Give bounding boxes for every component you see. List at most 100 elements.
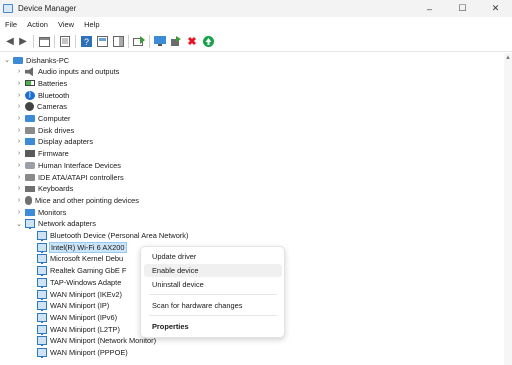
network-adapter-item[interactable]: Bluetooth Device (Personal Area Network) — [35, 230, 188, 242]
tree-category-label: Keyboards — [38, 184, 74, 194]
network-adapter-item[interactable]: WAN Miniport (IPv6) — [35, 311, 117, 323]
battery-icon — [25, 80, 35, 87]
camera-icon — [25, 102, 34, 112]
computer-icon — [25, 115, 35, 122]
network-adapter-label: WAN Miniport (L2TP) — [50, 324, 120, 334]
network-adapter-icon — [37, 266, 47, 277]
chevron-right-icon[interactable]: › — [15, 92, 23, 99]
network-adapter-icon — [25, 219, 35, 230]
chevron-right-icon[interactable]: › — [15, 209, 23, 216]
tree-root-computer[interactable]: ⌄ Dishanks-PC — [3, 54, 69, 66]
network-adapter-label: WAN Miniport (Network Monitor) — [50, 336, 157, 346]
chevron-right-icon[interactable]: › — [15, 162, 23, 169]
tree-category-label: Firmware — [38, 149, 69, 159]
disk-drive-icon — [25, 126, 35, 134]
network-adapter-label: TAP-Windows Adapte — [50, 277, 122, 287]
toolbar-separator — [149, 35, 150, 48]
chevron-right-icon[interactable]: › — [15, 174, 23, 181]
hid-icon — [25, 161, 35, 169]
vertical-scrollbar[interactable]: ▲ — [504, 53, 512, 365]
monitor-icon — [25, 208, 35, 216]
network-adapter-label: Bluetooth Device (Personal Area Network) — [50, 231, 189, 240]
network-adapter-item[interactable]: WAN Miniport (IKEv2) — [35, 288, 122, 300]
action-pane-icon[interactable] — [112, 36, 124, 48]
view-icon[interactable] — [96, 36, 108, 48]
help-icon[interactable]: ? — [80, 36, 92, 48]
properties-menu-item[interactable]: Properties — [144, 320, 282, 333]
tree-category-label: Audio inputs and outputs — [38, 67, 120, 77]
menu-separator — [149, 294, 277, 295]
menu-bar: File Action View Help — [0, 17, 512, 32]
tree-category[interactable]: › ᛒ Bluetooth — [15, 89, 69, 101]
network-adapter-item[interactable]: Intel(R) Wi-Fi 6 AX200 — [35, 241, 127, 253]
device-manager-app-icon — [3, 4, 13, 13]
close-button[interactable]: ✕ — [479, 0, 512, 17]
tree-category[interactable]: › Audio inputs and outputs — [15, 66, 119, 78]
tree-category[interactable]: › IDE ATA/ATAPI controllers — [15, 171, 124, 183]
show-hide-console-tree-icon[interactable] — [38, 36, 50, 48]
tree-category-label: Display adapters — [38, 137, 94, 147]
network-adapter-icon — [37, 348, 47, 358]
chevron-right-icon[interactable]: › — [15, 185, 23, 192]
tree-category-label: IDE ATA/ATAPI controllers — [38, 172, 124, 182]
chevron-right-icon[interactable]: › — [15, 68, 23, 75]
chevron-right-icon[interactable]: › — [15, 150, 23, 157]
tree-category[interactable]: › Disk drives — [15, 124, 74, 136]
chevron-right-icon[interactable]: › — [15, 103, 23, 110]
title-bar: Device Manager – ☐ ✕ — [0, 0, 512, 17]
chevron-right-icon[interactable]: › — [15, 115, 23, 122]
enable-device-menu-item[interactable]: Enable device — [144, 264, 282, 277]
network-adapter-item[interactable]: Realtek Gaming GbE F — [35, 265, 126, 277]
scan-hardware-changes-menu-item[interactable]: Scan for hardware changes — [144, 299, 282, 312]
scan-hardware-icon[interactable] — [154, 36, 166, 48]
scroll-up-arrow-icon[interactable]: ▲ — [505, 55, 511, 61]
firmware-icon — [25, 150, 35, 158]
properties-icon[interactable] — [59, 36, 71, 48]
menu-view[interactable]: View — [53, 20, 79, 29]
enable-device-icon[interactable] — [202, 36, 214, 48]
network-adapter-icon — [37, 312, 47, 323]
network-adapter-label: Intel(R) Wi-Fi 6 AX200 — [49, 241, 127, 253]
chevron-down-icon[interactable]: ⌄ — [3, 56, 11, 64]
menu-file[interactable]: File — [0, 20, 22, 29]
network-adapter-item[interactable]: Microsoft Kernel Debu — [35, 253, 123, 265]
maximize-button[interactable]: ☐ — [446, 0, 479, 17]
chevron-down-icon[interactable]: ⌄ — [15, 220, 23, 228]
back-arrow-icon[interactable]: ◀ — [4, 36, 16, 48]
tree-category[interactable]: › Keyboards — [15, 183, 74, 195]
tree-category-label: Human Interface Devices — [38, 160, 121, 170]
chevron-right-icon[interactable]: › — [15, 138, 23, 145]
network-adapter-item[interactable]: WAN Miniport (Network Monitor) — [35, 335, 156, 347]
speaker-icon — [25, 67, 33, 77]
network-adapter-item[interactable]: WAN Miniport (IP) — [35, 300, 109, 312]
uninstall-device-icon[interactable]: ✖ — [186, 36, 198, 48]
network-adapter-icon — [37, 301, 47, 312]
menu-action[interactable]: Action — [22, 20, 53, 29]
tree-category[interactable]: ⌄ Network adapters — [15, 218, 96, 230]
tree-category[interactable]: › Cameras — [15, 101, 67, 113]
network-adapter-label: WAN Miniport (IP) — [50, 301, 110, 311]
minimize-button[interactable]: – — [413, 0, 446, 17]
uninstall-device-menu-item[interactable]: Uninstall device — [144, 278, 282, 291]
add-legacy-hardware-icon[interactable] — [170, 36, 182, 48]
network-adapter-item[interactable]: WAN Miniport (L2TP) — [35, 323, 120, 335]
chevron-right-icon[interactable]: › — [15, 127, 23, 134]
tree-category[interactable]: › Display adapters — [15, 136, 93, 148]
window-controls: – ☐ ✕ — [413, 0, 512, 17]
chevron-right-icon[interactable]: › — [15, 197, 23, 204]
chevron-right-icon[interactable]: › — [15, 80, 23, 87]
tree-category[interactable]: › Mice and other pointing devices — [15, 194, 139, 206]
context-menu: Update driver Enable device Uninstall de… — [140, 246, 285, 338]
tree-category[interactable]: › Monitors — [15, 206, 67, 218]
tree-category[interactable]: › Firmware — [15, 148, 69, 160]
network-adapter-item[interactable]: TAP-Windows Adapte — [35, 276, 121, 288]
update-driver-icon[interactable] — [133, 36, 145, 48]
tree-root-label: Dishanks-PC — [26, 55, 70, 65]
tree-category[interactable]: › Computer — [15, 113, 71, 125]
update-driver-menu-item[interactable]: Update driver — [144, 250, 282, 263]
network-adapter-item[interactable]: WAN Miniport (PPPOE) — [35, 347, 128, 359]
tree-category[interactable]: › Human Interface Devices — [15, 159, 121, 171]
menu-help[interactable]: Help — [79, 20, 104, 29]
forward-arrow-icon[interactable]: ▶ — [17, 36, 29, 48]
tree-category[interactable]: › Batteries — [15, 77, 67, 89]
